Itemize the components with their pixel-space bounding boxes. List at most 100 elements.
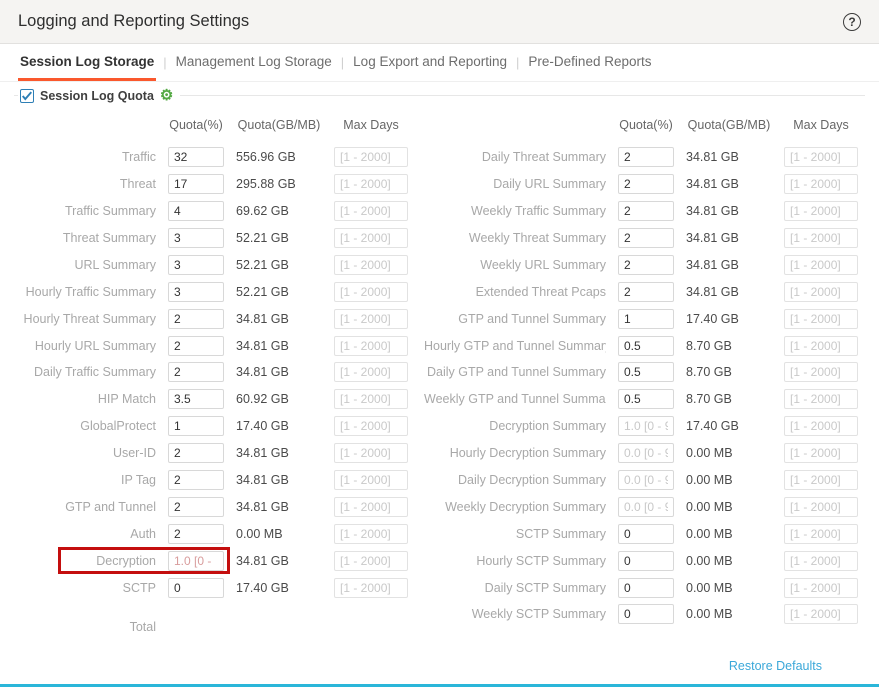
row-label: Traffic (20, 150, 156, 164)
row-label: Daily URL Summary (424, 177, 606, 191)
max-days-input[interactable] (784, 497, 858, 517)
max-days-input[interactable] (334, 147, 408, 167)
max-days-input[interactable] (784, 389, 858, 409)
max-days-input[interactable] (784, 255, 858, 275)
max-days-input[interactable] (784, 282, 858, 302)
max-days-input[interactable] (334, 389, 408, 409)
quota-percent-input[interactable] (618, 255, 674, 275)
row-label: Hourly SCTP Summary (424, 554, 606, 568)
quota-percent-input[interactable] (168, 255, 224, 275)
max-days-input[interactable] (334, 255, 408, 275)
tab-management-log-storage[interactable]: Management Log Storage (174, 44, 334, 81)
quota-percent-input[interactable] (618, 147, 674, 167)
max-days-input[interactable] (334, 524, 408, 544)
max-days-input[interactable] (784, 524, 858, 544)
quota-size-value: 8.70 GB (686, 339, 772, 353)
quota-percent-input[interactable] (168, 389, 224, 409)
max-days-input[interactable] (334, 551, 408, 571)
quota-percent-input[interactable] (168, 497, 224, 517)
header-max-days: Max Days (784, 118, 858, 132)
quota-percent-input[interactable] (618, 336, 674, 356)
tab-log-export-and-reporting[interactable]: Log Export and Reporting (351, 44, 509, 81)
help-icon[interactable]: ? (843, 13, 861, 31)
quota-percent-input[interactable] (168, 336, 224, 356)
max-days-input[interactable] (334, 470, 408, 490)
max-days-input[interactable] (334, 362, 408, 382)
max-days-input[interactable] (334, 174, 408, 194)
quota-row: Hourly URL Summary 34.81 GB (20, 332, 408, 359)
quota-percent-input[interactable] (168, 443, 224, 463)
quota-percent-input[interactable] (168, 147, 224, 167)
max-days-input[interactable] (784, 551, 858, 571)
max-days-input[interactable] (784, 578, 858, 598)
quota-row: Daily Traffic Summary 34.81 GB (20, 359, 408, 386)
quota-percent-input[interactable] (618, 228, 674, 248)
row-label: Daily Decryption Summary (424, 473, 606, 487)
quota-row: Weekly Threat Summary 34.81 GB (424, 225, 858, 252)
max-days-input[interactable] (784, 201, 858, 221)
max-days-input[interactable] (334, 309, 408, 329)
quota-percent-input[interactable] (168, 362, 224, 382)
max-days-input[interactable] (334, 336, 408, 356)
quota-percent-input[interactable] (618, 389, 674, 409)
quota-percent-input[interactable] (618, 524, 674, 544)
quota-percent-input[interactable] (168, 524, 224, 544)
quota-percent-input[interactable] (618, 497, 674, 517)
max-days-input[interactable] (334, 443, 408, 463)
header-quota-size: Quota(GB/MB) (236, 118, 322, 132)
max-days-input[interactable] (784, 309, 858, 329)
quota-percent-input[interactable] (168, 309, 224, 329)
tab-pre-defined-reports[interactable]: Pre-Defined Reports (526, 44, 653, 81)
max-days-input[interactable] (784, 174, 858, 194)
quota-size-value: 52.21 GB (236, 258, 322, 272)
quota-percent-input[interactable] (618, 282, 674, 302)
max-days-input[interactable] (784, 416, 858, 436)
tab-bar: Session Log Storage | Management Log Sto… (0, 44, 879, 82)
session-log-quota-checkbox[interactable] (20, 89, 34, 103)
max-days-input[interactable] (784, 470, 858, 490)
quota-percent-input[interactable] (618, 578, 674, 598)
quota-percent-input[interactable] (168, 551, 224, 571)
quota-percent-input[interactable] (618, 470, 674, 490)
quota-size-value: 17.40 GB (686, 312, 772, 326)
quota-percent-input[interactable] (168, 228, 224, 248)
quota-percent-input[interactable] (618, 309, 674, 329)
max-days-input[interactable] (784, 443, 858, 463)
quota-percent-input[interactable] (618, 174, 674, 194)
quota-row: SCTP Summary 0.00 MB (424, 520, 858, 547)
quota-percent-input[interactable] (168, 578, 224, 598)
header-quota-percent: Quota(%) (168, 118, 224, 132)
gear-icon[interactable]: ⚙ (160, 88, 173, 103)
quota-percent-input[interactable] (618, 604, 674, 624)
quota-percent-input[interactable] (618, 551, 674, 571)
max-days-input[interactable] (334, 228, 408, 248)
max-days-input[interactable] (334, 578, 408, 598)
quota-percent-input[interactable] (618, 201, 674, 221)
quota-percent-input[interactable] (618, 362, 674, 382)
max-days-input[interactable] (334, 201, 408, 221)
max-days-input[interactable] (334, 282, 408, 302)
max-days-input[interactable] (784, 147, 858, 167)
tab-session-log-storage[interactable]: Session Log Storage (18, 44, 156, 81)
tab-separator: | (163, 44, 166, 81)
row-label: Hourly URL Summary (20, 339, 156, 353)
max-days-input[interactable] (334, 416, 408, 436)
max-days-input[interactable] (784, 604, 858, 624)
quota-percent-input[interactable] (168, 282, 224, 302)
restore-defaults-link[interactable]: Restore Defaults (729, 659, 822, 673)
max-days-input[interactable] (784, 362, 858, 382)
row-label: HIP Match (20, 392, 156, 406)
max-days-input[interactable] (784, 228, 858, 248)
total-row: Total (20, 614, 408, 641)
quota-percent-input[interactable] (168, 470, 224, 490)
quota-size-value: 34.81 GB (686, 150, 772, 164)
max-days-input[interactable] (784, 336, 858, 356)
quota-percent-input[interactable] (168, 201, 224, 221)
quota-percent-input[interactable] (618, 416, 674, 436)
quota-percent-input[interactable] (168, 416, 224, 436)
max-days-input[interactable] (334, 497, 408, 517)
quota-percent-input[interactable] (618, 443, 674, 463)
quota-percent-input[interactable] (168, 174, 224, 194)
quota-size-value: 0.00 MB (686, 554, 772, 568)
row-label: Weekly GTP and Tunnel Summary (424, 392, 606, 406)
